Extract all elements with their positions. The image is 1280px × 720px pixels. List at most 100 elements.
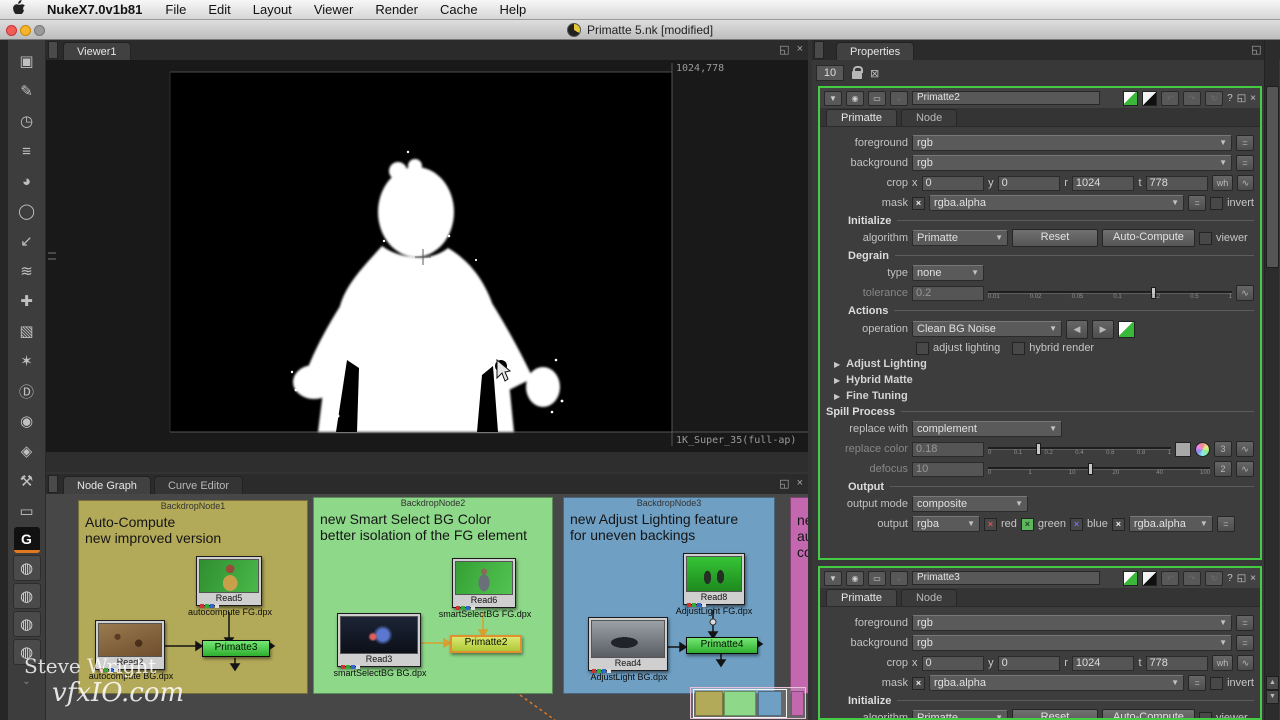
primatte-node-selected[interactable]: Primatte2 <box>450 635 522 653</box>
close-panel-icon[interactable]: × <box>797 477 803 490</box>
mask-checkbox[interactable]: × <box>912 196 925 210</box>
minimize-icon[interactable]: ⇣ <box>890 90 908 106</box>
defocus-slider[interactable]: 0 1 10 20 40 100 <box>988 461 1210 477</box>
tab-curve-editor[interactable]: Curve Editor <box>153 476 244 494</box>
threed-icon[interactable]: ▧ <box>13 317 41 345</box>
channel-matrix-icon[interactable]: = <box>1236 155 1254 171</box>
output-mask-dropdown[interactable]: rgba.alpha ▼ <box>1128 516 1213 532</box>
center-node-icon[interactable]: ◉ <box>846 90 864 106</box>
channels-count-button[interactable]: 2 <box>1214 461 1232 477</box>
float-panel-icon[interactable]: ◱ <box>779 43 789 56</box>
read-node[interactable]: Read4 AdjustLight BG.dpx <box>588 617 668 682</box>
genarts-icon[interactable]: G <box>13 527 40 553</box>
degrain-type-dropdown[interactable]: none ▼ <box>912 265 984 281</box>
tab-node[interactable]: Node <box>900 589 958 606</box>
foreground-dropdown[interactable]: rgb ▼ <box>912 135 1232 151</box>
plugin-icon-1[interactable]: ◍ <box>12 555 41 581</box>
node-name-field[interactable]: Primatte3 <box>912 571 1100 585</box>
close-all-panels-icon[interactable]: ⊠ <box>870 67 879 80</box>
channel-matrix-icon[interactable]: = <box>1236 615 1254 631</box>
max-panels-input[interactable]: 10 <box>816 65 844 81</box>
curve-button[interactable]: ∿ <box>1236 655 1254 671</box>
center-node-icon[interactable]: ◉ <box>846 570 864 586</box>
primatte-node[interactable]: Primatte3 <box>202 640 270 657</box>
replace-with-dropdown[interactable]: complement ▼ <box>912 421 1062 437</box>
crop-x-input[interactable]: 0 <box>921 175 985 191</box>
crop-t-input[interactable]: 778 <box>1145 655 1209 671</box>
curve-button[interactable]: ∿ <box>1236 441 1254 457</box>
tab-viewer1[interactable]: Viewer1 <box>63 42 131 60</box>
close-panel-icon[interactable]: × <box>1250 93 1256 104</box>
curve-button[interactable]: ∿ <box>1236 285 1254 301</box>
invert-checkbox[interactable] <box>1210 196 1224 210</box>
channel-matrix-icon[interactable]: = <box>1236 635 1254 651</box>
blue-checkbox[interactable]: × <box>1070 517 1084 531</box>
tab-primatte[interactable]: Primatte <box>826 589 897 606</box>
zoom-window-button[interactable] <box>34 25 45 36</box>
auto-compute-button[interactable]: Auto-Compute <box>1102 709 1195 718</box>
minimap-view-rect[interactable] <box>693 689 787 718</box>
node-enable-checkbox[interactable] <box>1123 90 1139 106</box>
background-dropdown[interactable]: rgb ▼ <box>912 155 1232 171</box>
node-enable-checkbox[interactable] <box>1123 570 1139 586</box>
crop-r-input[interactable]: 1024 <box>1071 175 1135 191</box>
channel-matrix-icon[interactable]: = <box>1216 516 1235 532</box>
close-panel-icon[interactable]: × <box>1250 573 1256 584</box>
expand-arrow-icon[interactable]: ▼ <box>824 90 842 106</box>
reset-button[interactable]: Reset <box>1012 709 1098 718</box>
menu-help[interactable]: Help <box>489 0 538 20</box>
tab-primatte[interactable]: Primatte <box>826 109 897 126</box>
apple-menu[interactable] <box>0 0 35 20</box>
hybrid-render-checkbox[interactable] <box>1012 341 1026 355</box>
float-panel-icon[interactable]: ◱ <box>1237 93 1246 104</box>
menu-file[interactable]: File <box>154 0 197 20</box>
output-channels-dropdown[interactable]: rgba ▼ <box>912 516 980 532</box>
metadata-icon[interactable]: ◈ <box>13 437 41 465</box>
revert-icon[interactable]: ↻ <box>1205 570 1224 586</box>
filter-icon[interactable]: ◯ <box>13 197 41 225</box>
plugin-icon-2[interactable]: ◍ <box>12 583 41 609</box>
help-icon[interactable]: ? <box>1227 93 1233 104</box>
sample-viewer-checkbox[interactable] <box>1118 320 1135 338</box>
revert-icon[interactable]: ↻ <box>1205 90 1224 106</box>
menu-app-name[interactable]: NukeX7.0v1b81 <box>35 0 154 20</box>
expand-arrow-icon[interactable]: ▼ <box>824 570 842 586</box>
wh-button[interactable]: wh <box>1212 655 1233 671</box>
bw-preview-checkbox[interactable] <box>1142 570 1158 586</box>
float-panel-icon[interactable]: ◱ <box>1237 573 1246 584</box>
algorithm-dropdown[interactable]: Primatte ▼ <box>912 230 1008 246</box>
float-panel-icon[interactable]: ◱ <box>779 477 789 490</box>
next-operation-button[interactable]: ▶ <box>1092 319 1114 339</box>
scroll-up-arrow[interactable]: ▲ <box>1266 676 1279 690</box>
scrollbar-thumb[interactable] <box>1266 86 1279 268</box>
adjust-lighting-checkbox[interactable] <box>916 341 929 355</box>
undo-icon[interactable]: ↶ <box>1161 570 1180 586</box>
alpha-checkbox[interactable]: × <box>1111 517 1125 531</box>
scroll-down-arrow[interactable]: ▼ <box>1266 690 1279 704</box>
redo-icon[interactable]: ↷ <box>1183 570 1202 586</box>
minimize-window-button[interactable] <box>20 25 31 36</box>
menu-viewer[interactable]: Viewer <box>303 0 365 20</box>
channel-icon[interactable]: ≡ <box>13 137 41 165</box>
other-icon[interactable]: ▭ <box>13 497 41 525</box>
transform-icon[interactable]: ✚ <box>13 287 41 315</box>
crop-x-input[interactable]: 0 <box>921 655 985 671</box>
redo-icon[interactable]: ↷ <box>1183 90 1202 106</box>
float-panel-icon[interactable]: ◱ <box>1251 43 1261 56</box>
mask-dropdown[interactable]: rgba.alpha ▼ <box>929 195 1185 211</box>
group-adjust-lighting[interactable]: ▶ Adjust Lighting <box>822 356 1254 372</box>
postage-stamp-icon[interactable]: ▭ <box>868 570 886 586</box>
color-wheel-button[interactable] <box>1195 441 1210 457</box>
replace-color-input[interactable]: 0.18 <box>912 441 984 457</box>
menu-edit[interactable]: Edit <box>197 0 241 20</box>
curve-button[interactable]: ∿ <box>1236 461 1254 477</box>
green-checkbox[interactable]: × <box>1020 517 1034 531</box>
close-panel-icon[interactable]: × <box>797 43 803 56</box>
read-node[interactable]: Read8 AdjustLight FG.dpx <box>676 553 752 616</box>
output-mode-dropdown[interactable]: composite ▼ <box>912 496 1028 512</box>
auto-compute-button[interactable]: Auto-Compute <box>1102 229 1195 247</box>
deep-icon[interactable]: Ⓓ <box>13 377 41 405</box>
draw-icon[interactable]: ✎ <box>13 77 41 105</box>
reset-button[interactable]: Reset <box>1012 229 1098 247</box>
node-name-field[interactable]: Primatte2 <box>912 91 1100 105</box>
